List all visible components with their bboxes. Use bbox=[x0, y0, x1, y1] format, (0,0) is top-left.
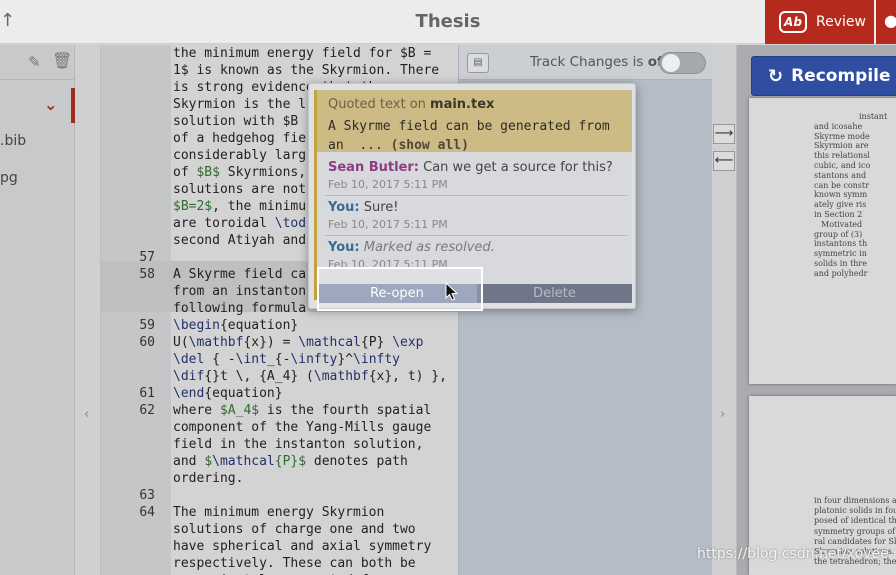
code-line[interactable]: \end{equation} bbox=[173, 385, 458, 402]
pdf-text-line: in Section 2 bbox=[814, 210, 863, 219]
pdf-text-line: ral candidates for Sky bbox=[814, 536, 896, 546]
code-line[interactable]: The minimum energy Skyrmion bbox=[173, 504, 458, 521]
pdf-page: instant and icosahe Skyrme mode Skyrmion ar… bbox=[749, 98, 896, 384]
code-line[interactable]: component of the Yang-Mills gauge bbox=[173, 419, 458, 436]
inbox-icon[interactable]: ▤ bbox=[467, 53, 489, 73]
pdf-text-line: and polyhedr bbox=[814, 268, 868, 278]
track-changes-toggle[interactable] bbox=[659, 52, 706, 74]
code-line[interactable]: respectively. These can both be bbox=[173, 555, 458, 572]
line-number: 60 bbox=[139, 335, 155, 350]
pdf-text-line: Motivated bbox=[821, 219, 863, 229]
code-line[interactable]: \begin{equation} bbox=[173, 317, 458, 334]
pdf-text-line: platonic solids in four bbox=[814, 506, 896, 516]
comment-author: You: bbox=[328, 240, 360, 255]
mouse-cursor-icon bbox=[445, 282, 459, 301]
quoted-text-box: Quoted text on main.tex A Skyrme field c… bbox=[317, 90, 632, 155]
share-button[interactable]: ● bbox=[876, 0, 896, 44]
pdf-text-line: instantons th bbox=[814, 239, 868, 249]
code-line[interactable]: solutions of charge one and two bbox=[173, 521, 458, 538]
comment-text: Marked as resolved. bbox=[359, 240, 495, 255]
line-number: 62 bbox=[139, 403, 155, 418]
trash-icon[interactable]: 🗑︎ bbox=[52, 51, 72, 70]
refresh-icon: ↻ bbox=[768, 65, 784, 87]
pdf-text-line: symmetry groups of th bbox=[814, 526, 896, 536]
pdf-text-line: cubic, and ico bbox=[814, 161, 871, 170]
comment-timestamp: Feb 10, 2017 5:11 PM bbox=[328, 218, 448, 231]
comment-text: Sure! bbox=[359, 200, 399, 215]
comment-message: Sean Butler: Can we get a source for thi… bbox=[328, 160, 628, 191]
pdf-text-line: Skyrmion are bbox=[814, 141, 869, 151]
line-number: 64 bbox=[139, 505, 155, 520]
line-number: 57 bbox=[139, 250, 155, 265]
file-tree-item[interactable]: pg bbox=[0, 170, 18, 186]
watermark: https://blog.csdn.net/xovee bbox=[697, 546, 889, 562]
pdf-text-line: posed of identical th bbox=[814, 516, 896, 526]
quote-ellipsis: ... bbox=[359, 138, 383, 153]
code-line[interactable]: where $A_4$ is the fourth spatial bbox=[173, 402, 458, 419]
pdf-text-line: can be constr bbox=[814, 180, 869, 190]
comment-message: You: Sure! Feb 10, 2017 5:11 PM bbox=[328, 200, 628, 231]
quote-file-name: main.tex bbox=[430, 97, 495, 112]
file-tree-toggle[interactable]: ‹ bbox=[75, 45, 101, 575]
file-tree-item[interactable]: .bib bbox=[0, 133, 26, 149]
line-number: 63 bbox=[139, 488, 155, 503]
toggle-knob bbox=[662, 54, 680, 72]
pdf-text-line: solids in thre bbox=[814, 259, 867, 268]
pencil-icon[interactable]: ✎ bbox=[28, 53, 41, 71]
sync-column: ⟶ ⟵ › bbox=[712, 45, 737, 575]
project-title: Thesis bbox=[415, 11, 481, 32]
users-icon: ● bbox=[884, 11, 896, 30]
quote-header: Quoted text on main.tex bbox=[328, 97, 494, 112]
delete-button[interactable]: Delete bbox=[477, 284, 632, 303]
pdf-text-line: stantons and bbox=[814, 170, 867, 180]
code-line[interactable]: field in the instanton solution, bbox=[173, 436, 458, 453]
code-line[interactable]: \dif{}t \, {A_4} (\mathbf{x}, t) }, bbox=[173, 368, 458, 385]
review-button-label: Review bbox=[816, 14, 866, 30]
file-tree-selected-folder[interactable]: ⌄ bbox=[0, 88, 75, 123]
track-changes-prefix: Track Changes is bbox=[530, 54, 648, 70]
line-number: 59 bbox=[139, 318, 155, 333]
pdf-text-line: ately give ris bbox=[814, 200, 867, 210]
pdf-text-line: and icosahe bbox=[814, 121, 863, 131]
code-line[interactable]: \del { -\int_{-\infty}^\infty bbox=[173, 351, 458, 368]
code-line[interactable]: have spherical and axial symmetry bbox=[173, 538, 458, 555]
file-tree: ✎ 🗑︎ ⌄ .bib pg bbox=[0, 45, 75, 575]
pdf-text-line: known symm bbox=[814, 190, 868, 200]
pdf-text-line: in four dimensions an bbox=[814, 496, 896, 505]
recompile-button[interactable]: ↻ Recompile bbox=[751, 56, 896, 96]
comment-author: You: bbox=[328, 200, 360, 215]
comment-text: Can we get a source for this? bbox=[419, 160, 613, 175]
pdf-text-line: instant bbox=[859, 112, 888, 121]
pdf-text-line: symmetric in bbox=[814, 249, 867, 259]
code-line[interactable]: and $\mathcal{P}$ denotes path bbox=[173, 453, 458, 470]
recompile-label: Recompile bbox=[791, 66, 891, 86]
arrow-left-icon[interactable]: ⟵ bbox=[713, 151, 735, 171]
show-all-link[interactable]: (show all) bbox=[391, 138, 469, 153]
quote-prefix: Quoted text on bbox=[328, 97, 431, 112]
chevron-left-icon[interactable]: ‹ bbox=[84, 407, 89, 422]
code-line[interactable]: 1$ is known as the Skyrmion. There bbox=[173, 62, 458, 79]
arrow-right-icon[interactable]: ⟶ bbox=[713, 124, 735, 144]
code-line[interactable]: U(\mathbf{x}) = \mathcal{P} \exp bbox=[173, 334, 458, 351]
pdf-text-line: Skyrme mode bbox=[814, 131, 870, 141]
chevron-down-icon[interactable]: ⌄ bbox=[44, 95, 57, 114]
code-line[interactable]: ordering. bbox=[173, 470, 458, 487]
track-changes-label: Track Changes is off bbox=[530, 54, 668, 70]
comment-timestamp: Feb 10, 2017 5:11 PM bbox=[328, 178, 448, 191]
pdf-text-line: this relationsl bbox=[814, 151, 870, 161]
chevron-right-icon[interactable]: › bbox=[720, 407, 725, 422]
quote-text: A Skyrme field can be generated from an … bbox=[328, 117, 628, 155]
comment-author: Sean Butler: bbox=[328, 160, 419, 175]
line-number: 58 bbox=[139, 267, 155, 282]
review-ab-icon: Ab bbox=[779, 11, 807, 33]
line-number: 61 bbox=[139, 386, 155, 401]
divider bbox=[325, 235, 628, 236]
file-tree-toolbar: ✎ 🗑︎ bbox=[0, 45, 74, 80]
top-bar: ↑ Thesis Ab Review ● bbox=[0, 0, 896, 44]
divider bbox=[325, 195, 628, 196]
code-line[interactable]: the minimum energy field for $B = bbox=[173, 45, 458, 62]
review-panel-header: ▤ Track Changes is off bbox=[459, 45, 712, 80]
review-button[interactable]: Ab Review bbox=[765, 0, 874, 44]
pdf-text-line: group of (3) bbox=[814, 229, 863, 239]
